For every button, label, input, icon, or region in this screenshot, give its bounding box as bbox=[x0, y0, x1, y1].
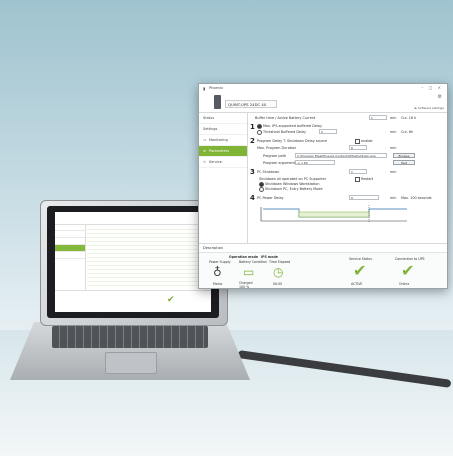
shutdown-option-3[interactable]: Shutdown PC, Entry Battery Mode bbox=[259, 186, 323, 192]
check-icon: ✔ bbox=[167, 295, 175, 305]
title-bar: ▮ Phoenix – □ × bbox=[199, 84, 447, 92]
program-duration-label: Max. Program Duration bbox=[257, 146, 297, 150]
timing-diagram bbox=[260, 205, 407, 223]
timer-icon: ◷ bbox=[273, 265, 284, 279]
power-supply-value: Mains bbox=[213, 282, 223, 286]
option-label: Threshold Buffered Delay bbox=[263, 130, 307, 134]
ups-device-icon bbox=[214, 95, 221, 109]
app-window[interactable]: ▮ Phoenix – □ × QUINT-UPS 24DC 40 ⚙ ► So… bbox=[198, 83, 448, 289]
step-number-3: 3 bbox=[250, 168, 255, 176]
radio-icon bbox=[257, 123, 262, 129]
step-number-2: 2 bbox=[250, 137, 255, 145]
connection-check-icon: ✔ bbox=[401, 261, 415, 280]
window-controls[interactable]: – □ × bbox=[421, 85, 443, 90]
sidebar-item-label: Parameters bbox=[209, 149, 230, 153]
restart-checkbox[interactable]: Restart bbox=[355, 176, 373, 182]
program-args-label: Program arguments bbox=[263, 161, 297, 165]
service-status-value: ACTIVE bbox=[351, 282, 363, 286]
laptop-screen: ✔ bbox=[55, 212, 211, 312]
sidebar-item-parameters[interactable]: ≡ Parameters bbox=[199, 146, 247, 157]
sidebar-item-label: Monitoring bbox=[209, 138, 228, 142]
battery-icon: ▭ bbox=[243, 265, 255, 279]
browse-button[interactable]: Browse bbox=[393, 153, 415, 158]
laptop-screen-sidebar bbox=[55, 224, 86, 290]
software-settings-link[interactable]: ► Software settings bbox=[415, 106, 444, 110]
option-label: Max. IPS-supported buffered Delay bbox=[263, 124, 323, 128]
time-elapsed-value: 00:00 bbox=[273, 282, 283, 286]
laptop-keyboard bbox=[52, 326, 208, 348]
program-path-input[interactable]: C:\Program Files\Phoenix Contact\UPS\shu… bbox=[295, 153, 387, 158]
power-supply-label: Power Supply bbox=[209, 260, 231, 264]
laptop-screen-footer: ✔ bbox=[55, 290, 211, 312]
checkbox-label: enable bbox=[361, 139, 373, 143]
laptop-screen-log bbox=[87, 226, 207, 286]
program-duration-unit: min bbox=[390, 146, 397, 150]
sidebar: Status Settings ▭ Monitoring ≡ Parameters … bbox=[199, 113, 248, 243]
sidebar-item-status[interactable]: Status bbox=[199, 113, 247, 124]
pc-power-delay-label: PC Power Delay bbox=[257, 196, 284, 200]
program-duration-input[interactable]: 6 bbox=[349, 145, 367, 150]
threshold-delay-unit: min bbox=[390, 130, 397, 134]
threshold-delay-input[interactable]: 2 bbox=[319, 129, 337, 134]
program-args-input[interactable]: -s -t 60 bbox=[295, 160, 335, 165]
pc-shutdown-label: PC Shutdown bbox=[257, 170, 280, 174]
buffer-time-input[interactable]: 1 bbox=[369, 115, 387, 120]
battery-condition-value: Charged 100 % bbox=[239, 281, 253, 289]
app-icon: ▮ bbox=[203, 86, 206, 91]
power-plug-icon: ♁ bbox=[213, 265, 222, 279]
status-footer: Operation mode IPS mode Power Supply ♁ M… bbox=[199, 252, 447, 289]
sidebar-item-label: Status bbox=[203, 116, 215, 120]
connection-value: Online bbox=[399, 282, 410, 286]
step-number-1: 1 bbox=[250, 123, 255, 131]
test-button[interactable]: Test bbox=[393, 160, 415, 165]
pc-power-delay-extra: Max. 100 seconds bbox=[401, 196, 432, 200]
sidebar-item-label: Settings bbox=[203, 127, 218, 131]
check-icon: ✔ bbox=[353, 261, 367, 280]
checkbox-icon bbox=[355, 176, 360, 182]
radio-icon bbox=[257, 129, 262, 135]
checkbox-label: Restart bbox=[361, 177, 374, 181]
program-path-label: Program path bbox=[263, 154, 287, 158]
pc-shutdown-input[interactable]: 1 bbox=[349, 169, 367, 174]
sidebar-item-settings[interactable]: Settings bbox=[199, 124, 247, 135]
sidebar-item-monitoring[interactable]: ▭ Monitoring bbox=[199, 135, 247, 146]
pc-shutdown-unit: min bbox=[390, 170, 397, 174]
scene: ✔ ▮ Phoenix – □ × QUINT-UPS 24DC 40 ⚙ ► … bbox=[0, 0, 453, 456]
buffer-time-label: Buffer time / Active Battery Current bbox=[255, 116, 316, 120]
operation-mode-value: IPS mode bbox=[261, 255, 278, 259]
checkbox-icon bbox=[355, 138, 360, 144]
device-name-field[interactable]: QUINT-UPS 24DC 40 bbox=[225, 100, 277, 108]
status-bar: Description bbox=[199, 243, 447, 252]
step-number-4: 4 bbox=[250, 194, 255, 202]
sidebar-item-service[interactable]: ✕ Service bbox=[199, 157, 247, 168]
parameters-panel: Buffer time / Active Battery Current 1 m… bbox=[249, 113, 445, 243]
program-enable-checkbox[interactable]: enable bbox=[355, 138, 373, 144]
pc-power-delay-unit: min bbox=[390, 196, 397, 200]
buffer-time-extra: Cur. 16 h bbox=[401, 116, 417, 120]
option-label: Shutdown PC, Entry Battery Mode bbox=[265, 187, 323, 191]
sidebar-item-label: Service bbox=[209, 160, 222, 164]
laptop-trackpad bbox=[105, 352, 157, 374]
buffer-time-unit: min bbox=[390, 116, 397, 120]
program-delay-label: Program Delay T. Shutdown Delay source bbox=[257, 139, 328, 143]
gear-icon[interactable]: ⚙ bbox=[438, 94, 442, 100]
option-threshold-delay[interactable]: Threshold Buffered Delay bbox=[257, 129, 306, 135]
window-title: Phoenix bbox=[209, 86, 223, 90]
time-elapsed-label: Time Elapsed bbox=[269, 260, 291, 264]
threshold-delay-extra: Cur. 6h bbox=[401, 130, 414, 134]
battery-condition-label: Battery Condition bbox=[239, 260, 268, 264]
radio-icon bbox=[259, 186, 264, 192]
pc-power-delay-input[interactable]: 0 bbox=[349, 195, 379, 200]
operation-mode-title: Operation mode bbox=[229, 255, 259, 259]
